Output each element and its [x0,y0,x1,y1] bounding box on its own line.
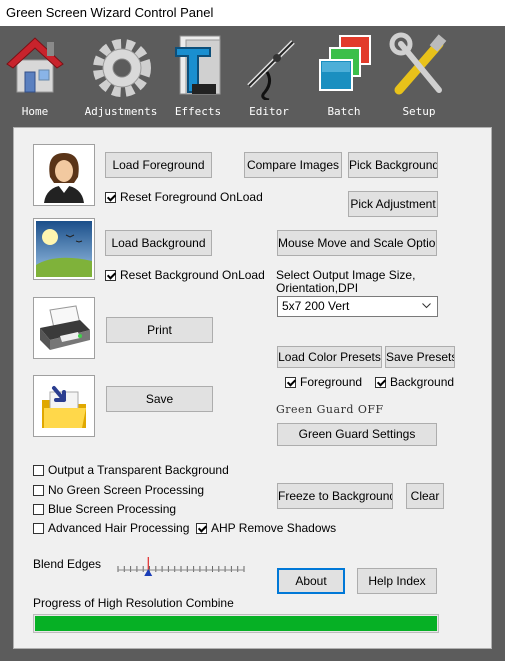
toolbar-label-editor: Editor [249,105,289,118]
blend-edges-label: Blend Edges [33,557,102,571]
toolbar-item-setup[interactable]: Setup [384,30,454,120]
option-no-green-screen-checkbox[interactable]: No Green Screen Processing [33,483,204,497]
printer-icon [36,300,92,356]
window-title: Green Screen Wizard Control Panel [6,5,214,20]
toolbar-label-effects: Effects [174,105,222,118]
tools-icon [389,32,447,95]
slider-thumb[interactable] [144,557,153,576]
option-advanced-hair-label: Advanced Hair Processing [48,521,190,535]
gear-icon [93,39,151,97]
option-blue-screen-label: Blue Screen Processing [48,502,177,516]
output-size-label: Select Output Image Size, Orientation,DP… [276,268,416,295]
reset-background-box[interactable] [105,269,116,281]
chevron-down-icon [422,303,431,309]
toolbar-item-home[interactable]: Home [0,30,70,120]
option-transparent-background-label: Output a Transparent Background [48,463,229,477]
preset-background-box[interactable] [375,376,386,388]
preset-foreground-box[interactable] [285,376,296,388]
option-no-green-screen-label: No Green Screen Processing [48,483,205,497]
save-presets-button[interactable]: Save Presets [385,346,455,368]
house-icon [6,37,64,93]
option-blue-screen-checkbox[interactable]: Blue Screen Processing [33,502,176,516]
preset-foreground-label: Foreground [300,375,363,389]
toolbar-item-effects[interactable]: Effects [163,30,233,120]
reset-foreground-label: Reset Foreground OnLoad [120,190,263,204]
reset-foreground-box[interactable] [105,191,116,203]
preset-foreground-checkbox[interactable]: Foreground [285,375,362,389]
pick-background-button[interactable]: Pick Background [348,152,438,178]
reset-foreground-checkbox[interactable]: Reset Foreground OnLoad [105,190,263,204]
pick-adjustment-button[interactable]: Pick Adjustment [348,191,438,217]
toolbar-label-setup: Setup [402,105,436,118]
help-index-button[interactable]: Help Index [357,568,437,594]
background-thumbnail[interactable] [33,218,95,280]
progress-bar [33,614,439,633]
green-guard-status: Green Guard OFF [276,403,384,416]
toolbar-item-editor[interactable]: Editor [234,30,304,120]
about-button[interactable]: About [277,568,345,594]
load-foreground-button[interactable]: Load Foreground [105,152,212,178]
print-thumbnail[interactable] [33,297,95,359]
foreground-thumbnail[interactable] [33,144,95,206]
option-transparent-background-checkbox[interactable]: Output a Transparent Background [33,463,229,477]
output-size-select[interactable]: 5x7 200 Vert [277,296,438,317]
reset-background-label: Reset Background OnLoad [120,268,265,282]
option-transparent-background-box[interactable] [33,464,44,476]
toolbar-label-adjustments: Adjustments [84,105,158,118]
person-icon [36,147,92,203]
preset-background-label: Background [390,375,455,389]
landscape-icon [36,221,92,277]
folder-save-icon [36,378,92,434]
toolbar-label-home: Home [21,105,49,118]
toolbar-label-batch: Batch [327,105,361,118]
save-thumbnail[interactable] [33,375,95,437]
progress-bar-fill [35,616,437,631]
blend-edges-slider[interactable] [116,556,246,580]
output-size-value: 5x7 200 Vert [282,299,350,313]
compare-images-button[interactable]: Compare Images [244,152,342,178]
ahp-remove-shadows-checkbox[interactable]: AHP Remove Shadows [196,521,336,535]
option-blue-screen-box[interactable] [33,503,44,515]
green-guard-settings-button[interactable]: Green Guard Settings [277,423,437,446]
load-color-presets-button[interactable]: Load Color Presets [277,346,382,368]
option-advanced-hair-box[interactable] [33,522,44,534]
airbrush-icon [247,40,295,100]
option-advanced-hair-checkbox[interactable]: Advanced Hair Processing [33,521,189,535]
clear-button[interactable]: Clear [406,483,444,509]
toolbar-item-batch[interactable]: Batch [309,30,379,120]
toolbar-item-adjustments[interactable]: Adjustments [85,30,157,120]
ahp-remove-shadows-box[interactable] [196,522,207,534]
progress-label: Progress of High Resolution Combine [33,596,234,610]
ahp-remove-shadows-label: AHP Remove Shadows [211,521,337,535]
preset-background-checkbox[interactable]: Background [375,375,454,389]
option-no-green-screen-box[interactable] [33,484,44,496]
mouse-move-scale-options-button[interactable]: Mouse Move and Scale Options [277,230,437,256]
reset-background-checkbox[interactable]: Reset Background OnLoad [105,268,265,282]
save-button[interactable]: Save [106,386,213,412]
effects-icon [175,35,221,95]
freeze-to-background-button[interactable]: Freeze to Background [277,483,393,509]
load-background-button[interactable]: Load Background [105,230,212,256]
slider-ticks [117,566,245,572]
stacked-images-icon [319,35,371,91]
print-button[interactable]: Print [106,317,213,343]
